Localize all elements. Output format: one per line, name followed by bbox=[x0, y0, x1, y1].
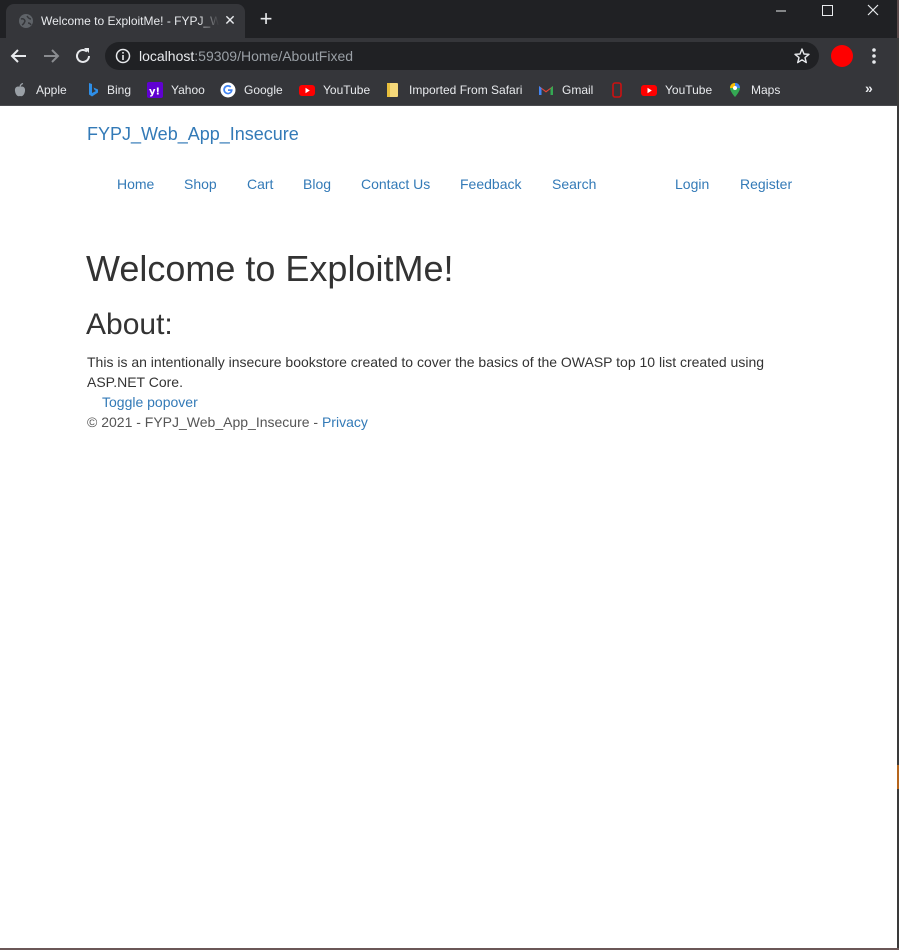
nav-blog[interactable]: Blog bbox=[303, 175, 331, 193]
yahoo-icon: y! bbox=[147, 82, 163, 98]
bookmark-folder-safari[interactable]: Imported From Safari bbox=[385, 80, 522, 100]
bookmark-label: YouTube bbox=[665, 83, 713, 97]
bing-icon bbox=[89, 83, 98, 97]
maximize-icon[interactable] bbox=[804, 0, 850, 24]
about-heading: About: bbox=[86, 308, 173, 341]
forward-icon[interactable] bbox=[39, 44, 63, 68]
bookmark-youtube[interactable]: YouTube bbox=[299, 80, 370, 100]
google-icon bbox=[220, 82, 236, 98]
bookmark-label: YouTube bbox=[323, 83, 371, 97]
nav-register[interactable]: Register bbox=[740, 175, 792, 193]
bookmark-favicon-icon bbox=[612, 82, 622, 98]
web-page: FYPJ_Web_App_Insecure Home Shop Cart Blo… bbox=[0, 107, 897, 948]
nav-contact-us[interactable]: Contact Us bbox=[361, 175, 430, 193]
bookmark-yahoo[interactable]: y! Yahoo bbox=[147, 80, 205, 100]
bookmark-label: Gmail bbox=[562, 83, 594, 97]
toggle-popover-button[interactable]: Toggle popover bbox=[102, 392, 198, 412]
back-icon[interactable] bbox=[7, 44, 31, 68]
nav-cart[interactable]: Cart bbox=[247, 175, 273, 193]
about-description: This is an intentionally insecure bookst… bbox=[87, 354, 765, 390]
nav-feedback[interactable]: Feedback bbox=[460, 175, 521, 193]
bookmark-bing[interactable]: Bing bbox=[85, 80, 131, 100]
bookmark-label: Google bbox=[244, 83, 283, 97]
nav-shop[interactable]: Shop bbox=[184, 175, 217, 193]
tab-strip: Welcome to ExploitMe! - FYPJ_Web_App_Ins… bbox=[0, 0, 897, 38]
profile-avatar[interactable] bbox=[831, 45, 853, 67]
bookmark-apple[interactable]: Apple bbox=[12, 80, 67, 100]
folder-icon bbox=[387, 83, 398, 97]
bookmark-google[interactable]: Google bbox=[220, 80, 283, 100]
svg-text:y!: y! bbox=[149, 87, 160, 98]
browser-window: Welcome to ExploitMe! - FYPJ_Web_App_Ins… bbox=[0, 0, 897, 948]
page-title: Welcome to ExploitMe! bbox=[86, 248, 454, 289]
minimize-icon[interactable] bbox=[758, 0, 804, 24]
gmail-icon bbox=[539, 86, 553, 95]
bookmark-star-icon[interactable] bbox=[793, 47, 811, 65]
youtube-icon bbox=[641, 85, 657, 96]
bookmark-untitled[interactable] bbox=[609, 80, 633, 100]
url-host: localhost bbox=[139, 48, 195, 64]
url-text[interactable]: localhost:59309/Home/AboutFixed bbox=[139, 48, 353, 64]
window-close-icon[interactable] bbox=[850, 0, 896, 24]
bookmarks-bar: Apple Bing y! Yahoo Google YouTube Impor… bbox=[0, 74, 897, 106]
footer-text: © 2021 - FYPJ_Web_App_Insecure - bbox=[87, 414, 322, 430]
bookmark-label: Bing bbox=[107, 83, 132, 97]
globe-icon bbox=[19, 14, 33, 28]
url-path: :59309/Home/AboutFixed bbox=[194, 48, 354, 64]
browser-toolbar: localhost:59309/Home/AboutFixed bbox=[0, 38, 897, 74]
more-menu-icon[interactable] bbox=[866, 46, 882, 66]
site-brand-link[interactable]: FYPJ_Web_App_Insecure bbox=[87, 123, 299, 145]
new-tab-icon[interactable]: + bbox=[255, 8, 277, 30]
nav-search[interactable]: Search bbox=[552, 175, 596, 193]
bookmark-youtube-2[interactable]: YouTube bbox=[641, 80, 712, 100]
address-bar[interactable]: localhost:59309/Home/AboutFixed bbox=[105, 42, 819, 70]
tab-title: Welcome to ExploitMe! - FYPJ_Web_App_Ins… bbox=[41, 13, 219, 31]
browser-tab[interactable]: Welcome to ExploitMe! - FYPJ_Web_App_Ins… bbox=[6, 4, 245, 38]
bookmark-label: Apple bbox=[36, 83, 67, 97]
page-footer: © 2021 - FYPJ_Web_App_Insecure - Privacy bbox=[87, 412, 368, 432]
privacy-link[interactable]: Privacy bbox=[322, 414, 368, 430]
bookmark-label: Yahoo bbox=[171, 83, 205, 97]
bookmark-gmail[interactable]: Gmail bbox=[538, 80, 593, 100]
info-icon[interactable] bbox=[115, 48, 131, 64]
bookmark-maps[interactable]: Maps bbox=[727, 80, 780, 100]
bookmark-label: Maps bbox=[751, 83, 781, 97]
nav-home[interactable]: Home bbox=[117, 175, 154, 193]
youtube-icon bbox=[299, 85, 315, 96]
more-bookmarks-icon[interactable]: » bbox=[865, 80, 873, 96]
close-tab-icon[interactable]: ✕ bbox=[222, 12, 238, 28]
apple-icon bbox=[14, 82, 26, 97]
bookmark-label: Imported From Safari bbox=[409, 83, 523, 97]
maps-icon bbox=[730, 83, 740, 97]
nav-login[interactable]: Login bbox=[675, 175, 709, 193]
reload-icon[interactable] bbox=[71, 44, 95, 68]
